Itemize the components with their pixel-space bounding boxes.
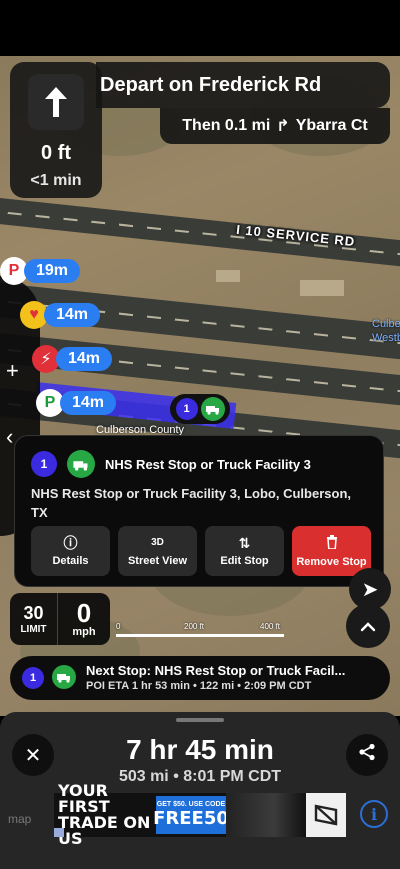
zoom-in-icon[interactable]: + — [6, 358, 19, 384]
building — [216, 270, 240, 282]
poi-marker[interactable]: P 19m — [0, 257, 81, 285]
stop-number-badge: 1 — [22, 667, 44, 689]
stop-details-popup: 1 NHS Rest Stop or Truck Facility 3 NHS … — [14, 435, 384, 587]
trash-icon — [326, 534, 338, 551]
share-button[interactable] — [346, 734, 388, 776]
speed-panel: 30 LIMIT 0 mph — [10, 593, 110, 645]
scale-tick-label: 0 — [116, 622, 121, 631]
stop-number-badge: 1 — [31, 451, 57, 477]
stop-title: NHS Rest Stop or Truck Facility 3 — [105, 456, 311, 472]
current-speed-value: 0 — [76, 598, 92, 628]
next-stop-eta: POI ETA 1 hr 53 min • 122 mi • 2:09 PM C… — [86, 680, 312, 692]
poi-distance: 19m — [24, 259, 81, 283]
next-maneuver-street: Ybarra Ct — [295, 117, 368, 134]
next-stop-bar[interactable]: 1 Next Stop: NHS Rest Stop or Truck Faci… — [10, 656, 390, 700]
ad-image — [226, 793, 306, 837]
speed-limit-sign: 30 LIMIT — [10, 593, 58, 645]
3d-view-icon: 3D — [151, 536, 164, 548]
remove-stop-button[interactable]: Remove Stop — [292, 526, 371, 576]
poi-marker[interactable]: P 14m — [36, 389, 117, 417]
ad-promo-code: FREE50 — [153, 808, 229, 829]
maneuver-panel: 0 ft <1 min — [10, 62, 102, 198]
area-label: Westbo — [372, 332, 400, 344]
truck-icon — [67, 450, 95, 478]
drag-handle[interactable] — [176, 718, 224, 722]
remove-stop-label: Remove Stop — [296, 555, 367, 568]
ad-headline: YOUR FIRST TRADE ON US — [58, 781, 151, 848]
current-speed: 0 mph — [58, 593, 110, 645]
arrow-up-icon — [28, 74, 84, 130]
ad-promo-text: GET $50. USE CODE — [156, 801, 226, 808]
ad-promo: GET $50. USE CODE FREE50 — [153, 796, 229, 834]
stop-pin[interactable]: 1 — [170, 394, 230, 424]
truck-icon — [200, 397, 225, 421]
next-maneuver-distance: Then 0.1 mi — [182, 117, 271, 134]
street-view-label: Street View — [127, 554, 188, 567]
poi-marker[interactable]: ⚡ 14m — [32, 345, 113, 373]
area-label: Culbe — [372, 318, 400, 330]
ad-choices-icon[interactable] — [54, 828, 64, 837]
turn-right-icon: ↱ — [276, 118, 290, 135]
info-icon: ⓘ — [63, 534, 78, 551]
trip-duration: 7 hr 45 min — [126, 734, 274, 765]
street-view-button[interactable]: 3D Street View — [118, 526, 197, 576]
turn-by-turn-card: 0 ft <1 min Depart on Frederick Rd Then … — [10, 62, 390, 198]
scale-tick-label: 200 ft — [184, 622, 205, 631]
building — [300, 280, 344, 296]
map-scale-bar: 0 200 ft 400 ft — [116, 622, 292, 638]
status-bar — [0, 0, 400, 56]
next-maneuver: Then 0.1 mi ↱ Ybarra Ct — [160, 108, 390, 144]
next-stop-title: Next Stop: NHS Rest Stop or Truck Facil.… — [86, 663, 346, 678]
map-watermark: map — [8, 812, 32, 826]
ad-logo-icon — [306, 793, 346, 837]
speed-limit-label: LIMIT — [20, 624, 47, 635]
edit-stop-button[interactable]: ⇅ Edit Stop — [205, 526, 284, 576]
truck-icon — [52, 665, 76, 689]
stop-actions: ⓘ Details 3D Street View ⇅ Edit Stop Rem… — [31, 526, 371, 576]
stop-address: NHS Rest Stop or Truck Facility 3, Lobo,… — [31, 486, 351, 520]
chevron-left-icon[interactable]: ‹ — [6, 424, 13, 450]
sliders-icon: ⇅ — [238, 534, 251, 551]
poi-distance: 14m — [60, 391, 117, 415]
ad-banner[interactable]: YOUR FIRST TRADE ON US GET $50. USE CODE… — [54, 783, 346, 847]
instruction-text: Depart on Frederick Rd — [96, 62, 390, 108]
expand-button[interactable] — [346, 604, 390, 648]
maneuver-distance: 0 ft — [41, 142, 71, 164]
poi-distance: 14m — [44, 303, 101, 327]
poi-marker[interactable]: ♥ 14m — [20, 301, 101, 329]
details-label: Details — [52, 554, 89, 567]
poi-distance: 14m — [56, 347, 113, 371]
location-arrow-icon: ➤ — [361, 578, 379, 601]
share-icon — [358, 743, 376, 767]
maneuver-time: <1 min — [30, 172, 82, 189]
speed-limit-value: 30 — [23, 603, 44, 623]
edit-stop-label: Edit Stop — [220, 554, 269, 567]
scale-line — [116, 634, 284, 637]
scale-tick-label: 400 ft — [260, 622, 281, 631]
current-speed-unit: mph — [72, 626, 96, 638]
details-button[interactable]: ⓘ Details — [31, 526, 110, 576]
stop-number-badge: 1 — [175, 398, 198, 420]
info-icon[interactable]: i — [360, 800, 388, 828]
chevron-up-icon — [360, 615, 376, 638]
popup-header: 1 NHS Rest Stop or Truck Facility 3 — [31, 450, 311, 478]
